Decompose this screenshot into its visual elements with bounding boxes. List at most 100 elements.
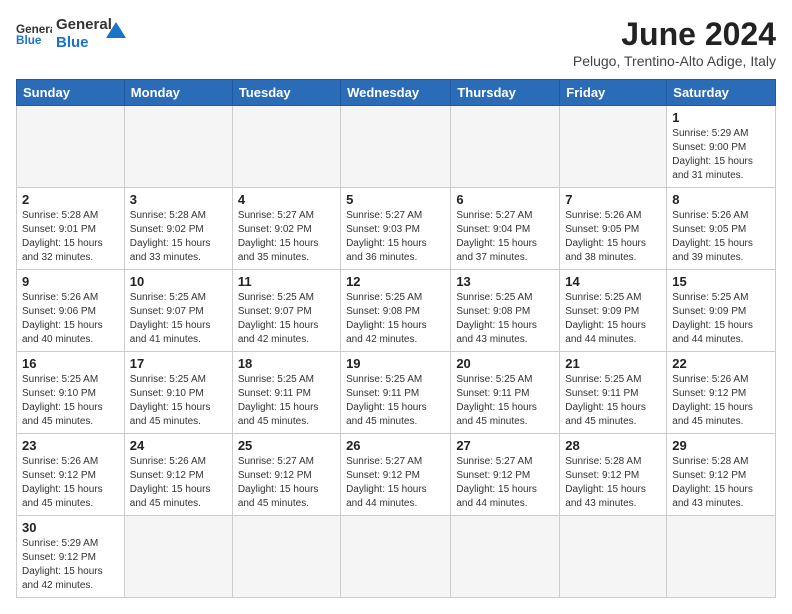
- calendar-cell: 22 Sunrise: 5:26 AM Sunset: 9:12 PM Dayli…: [667, 352, 776, 434]
- day-info: Sunrise: 5:25 AM Sunset: 9:07 PM Dayligh…: [238, 291, 335, 347]
- logo-general-text: General: [56, 16, 112, 34]
- calendar-week-row: 16 Sunrise: 5:25 AM Sunset: 9:10 PM Dayli…: [17, 352, 776, 434]
- day-info: Sunrise: 5:25 AM Sunset: 9:10 PM Dayligh…: [130, 373, 227, 429]
- day-info: Sunrise: 5:29 AM Sunset: 9:00 PM Dayligh…: [672, 127, 770, 183]
- calendar-cell: 28 Sunrise: 5:28 AM Sunset: 9:12 PM Dayli…: [560, 434, 667, 516]
- month-title: June 2024: [573, 16, 776, 53]
- calendar-cell: 27 Sunrise: 5:27 AM Sunset: 9:12 PM Dayli…: [451, 434, 560, 516]
- calendar-cell: 10 Sunrise: 5:25 AM Sunset: 9:07 PM Dayli…: [124, 270, 232, 352]
- calendar-cell: 9Sunrise: 5:26 AM Sunset: 9:06 PM Daylig…: [17, 270, 125, 352]
- day-info: Sunrise: 5:25 AM Sunset: 9:11 PM Dayligh…: [346, 373, 445, 429]
- calendar-cell: 24 Sunrise: 5:26 AM Sunset: 9:12 PM Dayli…: [124, 434, 232, 516]
- day-number: 20: [456, 356, 554, 371]
- calendar-cell: 19 Sunrise: 5:25 AM Sunset: 9:11 PM Dayli…: [341, 352, 451, 434]
- day-info: Sunrise: 5:25 AM Sunset: 9:10 PM Dayligh…: [22, 373, 119, 429]
- generalblue-logo-icon: General Blue: [16, 20, 52, 48]
- day-number: 15: [672, 274, 770, 289]
- weekday-header-thursday: Thursday: [451, 80, 560, 106]
- calendar-header-row: SundayMondayTuesdayWednesdayThursdayFrid…: [17, 80, 776, 106]
- day-number: 16: [22, 356, 119, 371]
- calendar-cell: [124, 516, 232, 598]
- day-number: 28: [565, 438, 661, 453]
- day-number: 6: [456, 192, 554, 207]
- svg-text:Blue: Blue: [16, 34, 42, 47]
- calendar-cell: [232, 106, 340, 188]
- day-number: 17: [130, 356, 227, 371]
- calendar-cell: 20Sunrise: 5:25 AM Sunset: 9:11 PM Dayli…: [451, 352, 560, 434]
- header: General Blue General Blue June 2024 Pelu…: [16, 16, 776, 69]
- weekday-header-wednesday: Wednesday: [341, 80, 451, 106]
- day-number: 4: [238, 192, 335, 207]
- day-info: Sunrise: 5:27 AM Sunset: 9:12 PM Dayligh…: [238, 455, 335, 511]
- calendar-cell: 15 Sunrise: 5:25 AM Sunset: 9:09 PM Dayli…: [667, 270, 776, 352]
- logo-blue-text: Blue: [56, 34, 112, 52]
- day-number: 8: [672, 192, 770, 207]
- calendar-cell: 11 Sunrise: 5:25 AM Sunset: 9:07 PM Dayli…: [232, 270, 340, 352]
- title-section: June 2024 Pelugo, Trentino-Alto Adige, I…: [573, 16, 776, 69]
- logo-triangle-icon: [106, 18, 130, 42]
- day-info: Sunrise: 5:26 AM Sunset: 9:12 PM Dayligh…: [672, 373, 770, 429]
- day-info: Sunrise: 5:26 AM Sunset: 9:12 PM Dayligh…: [22, 455, 119, 511]
- calendar-cell: 30 Sunrise: 5:29 AM Sunset: 9:12 PM Dayli…: [17, 516, 125, 598]
- day-number: 27: [456, 438, 554, 453]
- calendar-week-row: 2Sunrise: 5:28 AM Sunset: 9:01 PM Daylig…: [17, 188, 776, 270]
- day-number: 21: [565, 356, 661, 371]
- day-info: Sunrise: 5:27 AM Sunset: 9:12 PM Dayligh…: [456, 455, 554, 511]
- calendar-cell: 17 Sunrise: 5:25 AM Sunset: 9:10 PM Dayli…: [124, 352, 232, 434]
- calendar-cell: 14Sunrise: 5:25 AM Sunset: 9:09 PM Dayli…: [560, 270, 667, 352]
- calendar-cell: 13 Sunrise: 5:25 AM Sunset: 9:08 PM Dayli…: [451, 270, 560, 352]
- calendar-cell: 29Sunrise: 5:28 AM Sunset: 9:12 PM Dayli…: [667, 434, 776, 516]
- day-info: Sunrise: 5:28 AM Sunset: 9:01 PM Dayligh…: [22, 209, 119, 265]
- day-number: 30: [22, 520, 119, 535]
- calendar-week-row: 9Sunrise: 5:26 AM Sunset: 9:06 PM Daylig…: [17, 270, 776, 352]
- calendar-cell: [451, 516, 560, 598]
- day-number: 10: [130, 274, 227, 289]
- calendar-cell: 4 Sunrise: 5:27 AM Sunset: 9:02 PM Daylig…: [232, 188, 340, 270]
- day-number: 12: [346, 274, 445, 289]
- calendar-cell: 16 Sunrise: 5:25 AM Sunset: 9:10 PM Dayli…: [17, 352, 125, 434]
- logo: General Blue General Blue: [16, 16, 130, 52]
- day-info: Sunrise: 5:25 AM Sunset: 9:09 PM Dayligh…: [672, 291, 770, 347]
- day-info: Sunrise: 5:28 AM Sunset: 9:12 PM Dayligh…: [565, 455, 661, 511]
- calendar-week-row: 23Sunrise: 5:26 AM Sunset: 9:12 PM Dayli…: [17, 434, 776, 516]
- day-info: Sunrise: 5:25 AM Sunset: 9:11 PM Dayligh…: [238, 373, 335, 429]
- day-number: 3: [130, 192, 227, 207]
- day-number: 11: [238, 274, 335, 289]
- location-subtitle: Pelugo, Trentino-Alto Adige, Italy: [573, 53, 776, 69]
- day-info: Sunrise: 5:25 AM Sunset: 9:08 PM Dayligh…: [456, 291, 554, 347]
- calendar-cell: 7Sunrise: 5:26 AM Sunset: 9:05 PM Daylig…: [560, 188, 667, 270]
- calendar-cell: 5Sunrise: 5:27 AM Sunset: 9:03 PM Daylig…: [341, 188, 451, 270]
- calendar-cell: 25Sunrise: 5:27 AM Sunset: 9:12 PM Dayli…: [232, 434, 340, 516]
- weekday-header-sunday: Sunday: [17, 80, 125, 106]
- day-info: Sunrise: 5:29 AM Sunset: 9:12 PM Dayligh…: [22, 537, 119, 593]
- calendar-cell: [17, 106, 125, 188]
- calendar-table: SundayMondayTuesdayWednesdayThursdayFrid…: [16, 79, 776, 598]
- weekday-header-friday: Friday: [560, 80, 667, 106]
- calendar-week-row: 1Sunrise: 5:29 AM Sunset: 9:00 PM Daylig…: [17, 106, 776, 188]
- day-info: Sunrise: 5:26 AM Sunset: 9:05 PM Dayligh…: [565, 209, 661, 265]
- calendar-cell: [667, 516, 776, 598]
- calendar-cell: 3Sunrise: 5:28 AM Sunset: 9:02 PM Daylig…: [124, 188, 232, 270]
- day-info: Sunrise: 5:25 AM Sunset: 9:07 PM Dayligh…: [130, 291, 227, 347]
- calendar-cell: 23Sunrise: 5:26 AM Sunset: 9:12 PM Dayli…: [17, 434, 125, 516]
- calendar-cell: [451, 106, 560, 188]
- day-info: Sunrise: 5:26 AM Sunset: 9:05 PM Dayligh…: [672, 209, 770, 265]
- day-number: 22: [672, 356, 770, 371]
- calendar-cell: [560, 106, 667, 188]
- calendar-cell: [560, 516, 667, 598]
- day-number: 19: [346, 356, 445, 371]
- day-number: 13: [456, 274, 554, 289]
- day-number: 29: [672, 438, 770, 453]
- day-info: Sunrise: 5:27 AM Sunset: 9:02 PM Dayligh…: [238, 209, 335, 265]
- day-number: 14: [565, 274, 661, 289]
- day-number: 24: [130, 438, 227, 453]
- day-info: Sunrise: 5:26 AM Sunset: 9:12 PM Dayligh…: [130, 455, 227, 511]
- calendar-cell: [341, 106, 451, 188]
- day-info: Sunrise: 5:25 AM Sunset: 9:11 PM Dayligh…: [565, 373, 661, 429]
- day-info: Sunrise: 5:27 AM Sunset: 9:12 PM Dayligh…: [346, 455, 445, 511]
- day-number: 26: [346, 438, 445, 453]
- day-number: 18: [238, 356, 335, 371]
- calendar-cell: [124, 106, 232, 188]
- calendar-cell: 6Sunrise: 5:27 AM Sunset: 9:04 PM Daylig…: [451, 188, 560, 270]
- day-number: 9: [22, 274, 119, 289]
